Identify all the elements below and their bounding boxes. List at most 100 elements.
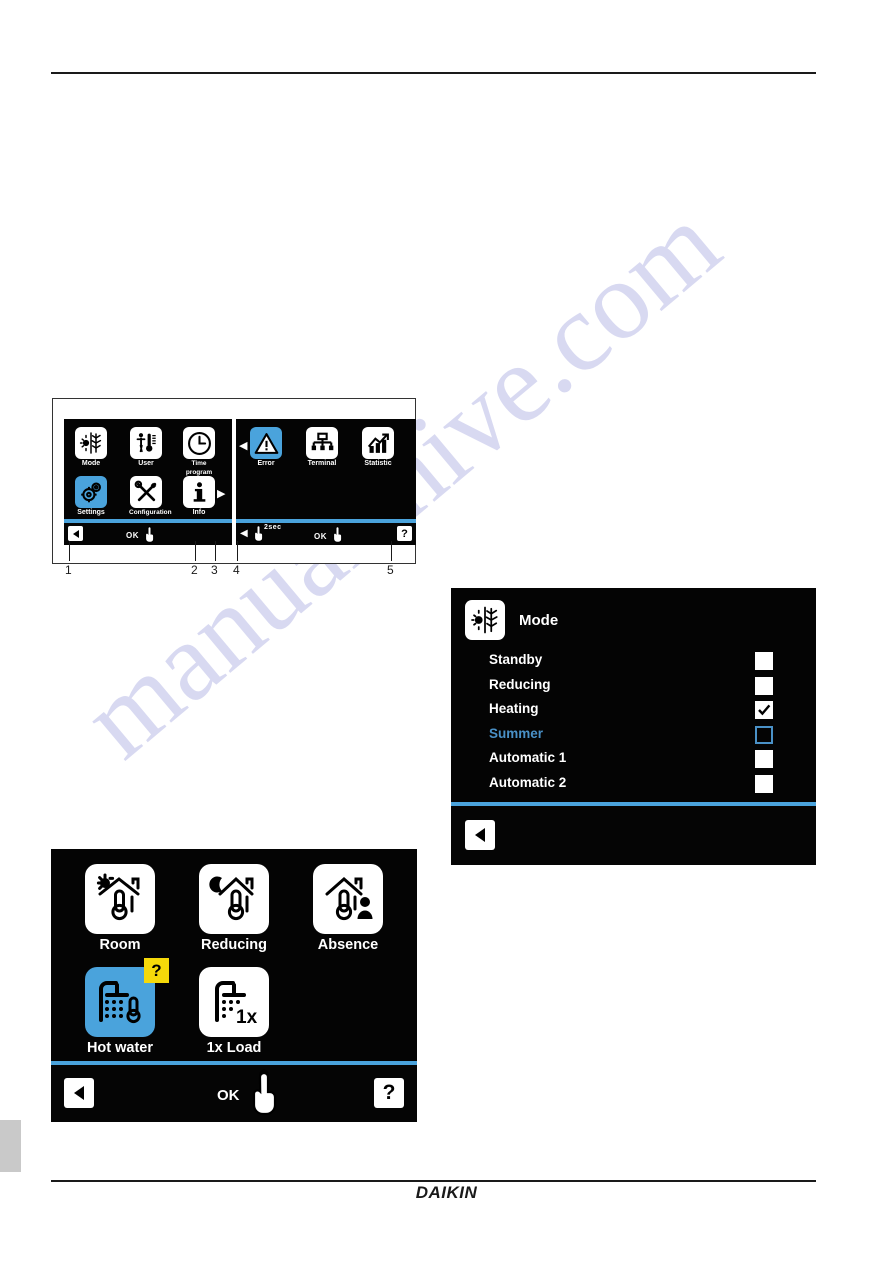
back-arrow-icon[interactable] xyxy=(68,526,83,541)
operating-tile-1x-load[interactable]: 1x 1x Load xyxy=(179,967,289,1056)
menu-tile-mode[interactable]: Mode xyxy=(74,427,108,468)
daikin-logo: DAIKIN xyxy=(415,1183,478,1202)
menu-tile-label: Info xyxy=(192,509,206,516)
info-icon xyxy=(183,476,215,508)
menu-tile-settings[interactable]: Settings xyxy=(74,476,108,517)
help-button[interactable]: ? xyxy=(374,1078,404,1108)
callout-leader-5 xyxy=(391,541,392,561)
menu-tile-label: Time program xyxy=(185,460,213,476)
mode-option-automatic-2[interactable]: Automatic 2 xyxy=(489,773,797,798)
back-arrow-icon[interactable] xyxy=(465,820,495,850)
menu-tile-label: Settings xyxy=(77,509,105,516)
moon-house-thermometer-icon xyxy=(199,864,269,934)
operating-tile-label: Room xyxy=(99,937,141,953)
operating-tile-label: 1x Load xyxy=(206,1040,262,1056)
controller-screen-menu-page1: Mode User Time program Settings Configur… xyxy=(64,419,232,545)
operating-tile-reducing[interactable]: Reducing xyxy=(179,864,289,953)
operating-tile-absence[interactable]: Absence xyxy=(293,864,403,953)
menu-tile-user[interactable]: User xyxy=(129,427,163,468)
shower-1x-icon: 1x xyxy=(199,967,269,1037)
controller-screen-menu-page2: ◀ Error Terminal Statistic ◀ 2sec OK ? xyxy=(236,419,416,545)
menu-tile-label: Error xyxy=(257,460,275,467)
header-rule xyxy=(51,72,816,74)
sun-snowflake-icon xyxy=(75,427,107,459)
page-edge-tab xyxy=(0,1120,21,1172)
mode-option-label: Heating xyxy=(489,701,539,716)
sun-snowflake-icon xyxy=(465,600,505,640)
mode-title: Mode xyxy=(519,611,559,629)
callout-leader-3 xyxy=(215,541,216,561)
menu-tile-label: User xyxy=(138,460,154,467)
figure-mode-screen: Mode Standby Reducing Heating Summer Aut… xyxy=(451,588,816,865)
mode-option-automatic-1[interactable]: Automatic 1 xyxy=(489,748,797,773)
mode-header: Mode xyxy=(465,600,558,640)
operating-tile-hot-water[interactable]: ? Hot water xyxy=(65,958,175,1056)
screen-bottom-bar-page1: OK xyxy=(64,523,232,545)
figure-operating-mode-screen: Room Reducing Absence ? Hot water 1x 1x … xyxy=(51,849,417,1122)
callout-number-4: 4 xyxy=(233,563,240,577)
ok-label: OK xyxy=(314,532,327,541)
checkbox-unchecked[interactable] xyxy=(755,676,773,695)
footer-rule xyxy=(51,1180,816,1182)
mode-option-heating[interactable]: Heating xyxy=(489,699,797,724)
menu-tile-label: Configuration xyxy=(129,509,172,516)
warning-triangle-icon xyxy=(250,427,282,459)
operating-tile-label: Hot water xyxy=(86,1040,154,1056)
help-button[interactable]: ? xyxy=(397,526,412,541)
menu-tile-terminal[interactable]: Terminal xyxy=(305,427,339,468)
operating-tile-label: Absence xyxy=(317,937,379,953)
mode-option-list: Standby Reducing Heating Summer Automati… xyxy=(489,650,797,822)
mode-option-summer[interactable]: Summer xyxy=(489,724,797,749)
mode-option-label: Summer xyxy=(489,725,544,741)
menu-tile-statistic[interactable]: Statistic xyxy=(361,427,395,468)
menu-tile-time-program[interactable]: Time program xyxy=(182,427,216,477)
checkbox-unchecked[interactable] xyxy=(755,652,773,670)
screen-bottom-bar-page2: ◀ 2sec OK ? xyxy=(236,523,416,545)
help-badge[interactable]: ? xyxy=(144,958,169,983)
gears-icon xyxy=(75,476,107,508)
back-arrow-icon[interactable]: ◀ xyxy=(240,529,248,539)
mode-option-label: Automatic 2 xyxy=(489,774,567,790)
menu-tile-label: Mode xyxy=(81,460,101,467)
chevron-right-icon[interactable]: ▶ xyxy=(217,489,225,500)
hand-tap-icon xyxy=(142,525,158,548)
menu-tile-configuration[interactable]: Configuration xyxy=(129,476,172,517)
mode-option-label: Automatic 1 xyxy=(489,750,567,765)
menu-tile-label: Statistic xyxy=(364,460,392,467)
back-arrow-icon[interactable] xyxy=(64,1078,94,1108)
ok-label: OK xyxy=(126,531,139,540)
operating-tile-label: Reducing xyxy=(200,937,268,953)
mode-option-standby[interactable]: Standby xyxy=(489,650,797,675)
mode-option-reducing[interactable]: Reducing xyxy=(489,675,797,700)
checkbox-unchecked[interactable] xyxy=(755,774,773,793)
bar-chart-icon xyxy=(362,427,394,459)
checkbox-checked[interactable] xyxy=(755,701,773,719)
svg-text:1x: 1x xyxy=(236,1007,258,1028)
callout-number-1: 1 xyxy=(65,563,72,577)
operating-tile-room[interactable]: Room xyxy=(65,864,175,953)
checkbox-unchecked[interactable] xyxy=(755,750,773,768)
user-thermometer-icon xyxy=(130,427,162,459)
clock-icon xyxy=(183,427,215,459)
sun-house-thermometer-icon xyxy=(85,864,155,934)
menu-tile-error[interactable]: Error xyxy=(249,427,283,468)
shower-thermometer-icon: ? xyxy=(85,958,169,1037)
callout-number-5: 5 xyxy=(387,563,394,577)
callout-number-2: 2 xyxy=(191,563,198,577)
callout-leader-4 xyxy=(237,541,238,561)
tools-icon xyxy=(130,476,162,508)
callout-leader-2 xyxy=(195,541,196,561)
menu-tile-label: Terminal xyxy=(307,460,337,467)
ok-label: OK xyxy=(217,1087,240,1104)
callout-leader-1 xyxy=(69,541,70,561)
checkbox-unchecked-active[interactable] xyxy=(755,725,773,744)
menu-tile-info[interactable]: Info xyxy=(182,476,216,517)
terminal-tree-icon xyxy=(306,427,338,459)
mode-option-label: Reducing xyxy=(489,676,551,692)
operating-bottom-bar: OK ? xyxy=(51,1065,417,1122)
chevron-left-icon[interactable]: ◀ xyxy=(239,441,247,452)
house-person-thermometer-icon xyxy=(313,864,383,934)
hand-tap-icon xyxy=(330,525,346,548)
figure-main-menu: Mode User Time program Settings Configur… xyxy=(52,398,416,564)
hold-duration-label: 2sec xyxy=(264,524,282,531)
